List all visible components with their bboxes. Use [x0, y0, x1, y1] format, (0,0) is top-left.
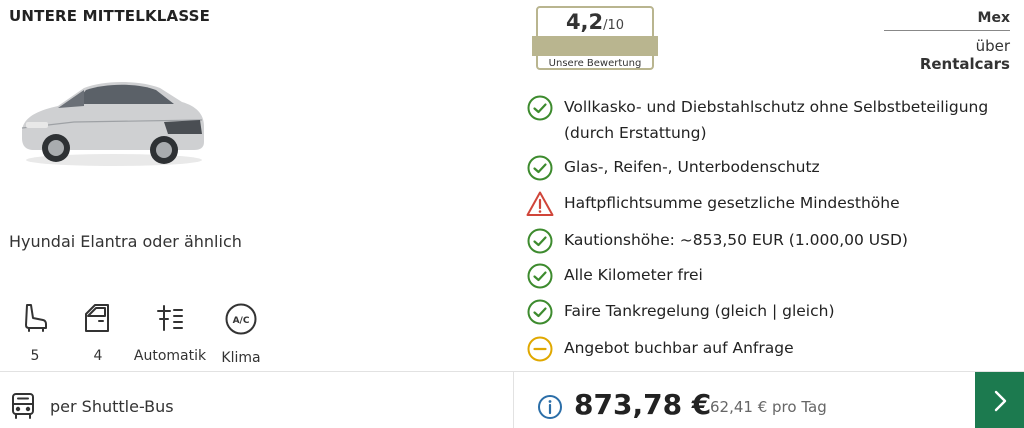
bus-icon — [12, 393, 34, 419]
provider-info: Mex über Rentalcars — [884, 10, 1010, 73]
transfer-label: per Shuttle-Bus — [50, 396, 174, 416]
price-per-day: 62,41 € pro Tag — [710, 398, 827, 416]
feature-item: Haftpflichtsumme gesetzliche Mindesthöhe — [526, 190, 900, 218]
check-circle-icon — [527, 155, 553, 181]
seat-icon — [25, 304, 47, 332]
feature-item: Vollkasko- und Diebstahlschutz ohne Selb… — [526, 94, 988, 146]
provider-via-prefix: über — [975, 37, 1010, 55]
minus-circle-icon — [527, 336, 553, 362]
info-icon[interactable] — [537, 394, 563, 420]
pickup-location: Mex — [884, 10, 1010, 31]
transfer-info: per Shuttle-Bus — [9, 392, 174, 420]
check-circle-icon — [527, 299, 553, 325]
rating-scale: /10 — [603, 18, 625, 33]
select-offer-button[interactable] — [975, 372, 1024, 428]
rating-score: 4,2/10 — [538, 10, 652, 34]
spec-transmission-label: Automatik — [133, 348, 207, 364]
check-circle-icon — [527, 228, 553, 254]
total-price: 873,78 € — [574, 388, 712, 421]
provider-name: Rentalcars — [919, 55, 1010, 73]
warning-triangle-icon — [526, 191, 554, 216]
spec-doors-label: 4 — [93, 348, 103, 364]
feature-text: Glas-, Reifen-, Unterbodenschutz — [564, 158, 820, 176]
provider-line: über Rentalcars — [884, 37, 1010, 73]
car-category: UNTERE MITTELKLASSE — [9, 7, 211, 25]
door-icon — [85, 304, 109, 332]
svg-text:A/C: A/C — [233, 316, 250, 326]
gearbox-icon — [157, 305, 183, 331]
feature-item: Kautionshöhe: ~853,50 EUR (1.000,00 USD) — [526, 227, 908, 255]
feature-text: Kautionshöhe: ~853,50 EUR (1.000,00 USD) — [564, 231, 908, 249]
spec-doors: 4 — [58, 302, 138, 364]
car-model: Hyundai Elantra oder ähnlich — [9, 232, 242, 251]
rating-badge: 4,2/10 Unsere Bewertung — [532, 6, 658, 70]
feature-item: Glas-, Reifen-, Unterbodenschutz — [526, 154, 820, 182]
feature-text: Angebot buchbar auf Anfrage — [564, 339, 794, 357]
feature-item: Angebot buchbar auf Anfrage — [526, 335, 794, 363]
air-conditioning-icon: A/C — [225, 303, 257, 335]
footer-divider — [513, 372, 514, 428]
feature-item: Faire Tankregelung (gleich | gleich) — [526, 298, 835, 326]
feature-text: Haftpflichtsumme gesetzliche Mindesthöhe — [564, 194, 900, 212]
feature-text: Vollkasko- und Diebstahlschutz ohne Selb… — [564, 98, 989, 116]
spec-aircon: A/C Klima — [201, 302, 281, 366]
feature-text: Alle Kilometer frei — [564, 266, 703, 284]
rating-score-value: 4,2 — [565, 10, 604, 34]
spec-aircon-label: Klima — [221, 350, 261, 366]
rating-caption: Unsere Bewertung — [548, 58, 642, 69]
feature-item: Alle Kilometer frei — [526, 262, 703, 290]
feature-text: Faire Tankregelung (gleich | gleich) — [564, 302, 835, 320]
rating-band — [532, 36, 658, 56]
spec-transmission: Automatik — [130, 302, 210, 364]
chevron-right-icon — [994, 390, 1006, 411]
sedan-car-image — [21, 82, 204, 166]
check-circle-icon — [527, 263, 553, 289]
feature-text-line2: (durch Erstattung) — [564, 124, 707, 142]
check-circle-icon — [527, 95, 553, 121]
offer-footer: per Shuttle-Bus 873,78 € 62,41 € pro Tag — [0, 371, 1024, 428]
